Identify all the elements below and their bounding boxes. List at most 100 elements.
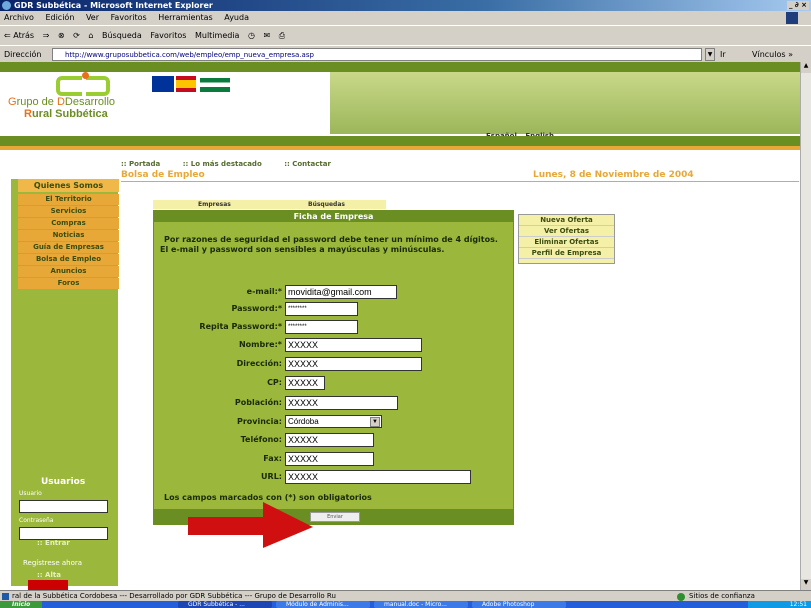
- menu-servicios[interactable]: Servicios: [18, 206, 119, 217]
- login-box: Usuario Contraseña: [15, 488, 114, 586]
- company-form: Ficha de Empresa Por razones de segurida…: [153, 210, 514, 525]
- go-button[interactable]: Ir: [720, 46, 726, 63]
- search-button[interactable]: Búsqueda: [102, 31, 142, 40]
- system-tray: 12:51: [748, 601, 811, 608]
- menu-guia-empresas[interactable]: Guía de Empresas: [18, 242, 119, 253]
- tab-busquedas[interactable]: Búsquedas: [308, 200, 345, 209]
- menu-archivo[interactable]: Archivo: [4, 13, 34, 22]
- tab-empresas[interactable]: Empresas: [198, 200, 231, 209]
- menu-bolsa-empleo[interactable]: Bolsa de Empleo: [18, 254, 119, 265]
- task-manual[interactable]: manual.doc - Micro...: [374, 601, 468, 608]
- top-nav: :: Portada :: Lo más destacado :: Contac…: [121, 160, 351, 168]
- home-icon[interactable]: ⌂: [88, 31, 93, 40]
- window-title: GDR Subbética - Microsoft Internet Explo…: [14, 1, 213, 10]
- menu-territorio[interactable]: El Territorio: [18, 194, 119, 205]
- back-button[interactable]: ⇐ Atrás: [4, 31, 34, 40]
- andalucia-logo-icon: [200, 78, 230, 92]
- poblacion-field[interactable]: XXXXX: [285, 396, 398, 410]
- clock: 12:51: [789, 601, 807, 608]
- nav-contactar[interactable]: :: Contactar: [284, 160, 341, 168]
- main-menu: Quienes Somos El Territorio Servicios Co…: [18, 179, 119, 290]
- url-field[interactable]: XXXXX: [285, 470, 471, 484]
- refresh-icon[interactable]: ⟳: [73, 31, 80, 40]
- nombre-field[interactable]: XXXXX: [285, 338, 422, 352]
- login-button[interactable]: :: Entrar: [37, 539, 70, 547]
- nav-destacado[interactable]: :: Lo más destacado: [183, 160, 272, 168]
- form-title: Ficha de Empresa: [154, 211, 513, 222]
- company-menu: Nueva Oferta Ver Ofertas Eliminar Oferta…: [518, 214, 615, 264]
- header-green-banner: [330, 72, 800, 134]
- user-input[interactable]: [19, 500, 108, 513]
- menu-perfil-empresa[interactable]: Perfil de Empresa: [519, 248, 614, 259]
- header-band: [0, 62, 800, 72]
- fax-field[interactable]: XXXXX: [285, 452, 374, 466]
- row-poblacion: Población: XXXXX: [154, 395, 513, 411]
- row-repeat-password: Repita Password:* ********: [154, 319, 513, 335]
- password-field[interactable]: ********: [285, 302, 358, 316]
- site-title-line1: Grupo de DDesarrollo: [8, 96, 116, 108]
- toolbar: ⇐ Atrás ⇒ ⊗ ⟳ ⌂ Búsqueda Favoritos Multi…: [0, 25, 811, 45]
- telefono-field[interactable]: XXXXX: [285, 433, 374, 447]
- menu-favoritos[interactable]: Favoritos: [111, 13, 147, 22]
- favorites-button[interactable]: Favoritos: [150, 31, 186, 40]
- menu-anuncios[interactable]: Anuncios: [18, 266, 119, 277]
- scroll-down-icon[interactable]: ▼: [801, 579, 811, 590]
- menu-compras[interactable]: Compras: [18, 218, 119, 229]
- provincia-select[interactable]: Córdoba ▼: [285, 415, 382, 428]
- menu-herramientas[interactable]: Herramientas: [158, 13, 213, 22]
- site-title-line2: Rural Subbética: [24, 108, 108, 120]
- repeat-password-field[interactable]: ********: [285, 320, 358, 334]
- multimedia-button[interactable]: Multimedia: [195, 31, 239, 40]
- address-bar: Dirección http://www.gruposubbetica.com/…: [0, 45, 811, 62]
- spain-flag-icon: [176, 76, 196, 92]
- windows-logo-icon: [786, 12, 798, 24]
- eu-flag-icon: [152, 76, 174, 92]
- window-controls[interactable]: _ ∂ ×: [786, 1, 809, 10]
- scroll-up-icon[interactable]: ▲: [801, 62, 811, 73]
- nav-portada[interactable]: :: Portada: [121, 160, 170, 168]
- row-provincia: Provincia: Córdoba ▼: [154, 414, 513, 430]
- menu-nueva-oferta[interactable]: Nueva Oferta: [519, 215, 614, 226]
- address-input[interactable]: http://www.gruposubbetica.com/web/empleo…: [52, 48, 702, 61]
- menu-eliminar-ofertas[interactable]: Eliminar Ofertas: [519, 237, 614, 248]
- address-dropdown-icon[interactable]: ▼: [705, 48, 715, 61]
- left-sidebar: Quienes Somos El Territorio Servicios Co…: [11, 179, 119, 586]
- eu-flags: [152, 76, 237, 106]
- menu-ver-ofertas[interactable]: Ver Ofertas: [519, 226, 614, 237]
- vertical-scrollbar[interactable]: ▲ ▼: [800, 62, 811, 590]
- row-email: e-mail:* movidita@gmail.com: [154, 284, 513, 300]
- history-icon[interactable]: ◷: [248, 31, 255, 40]
- address-label: Dirección: [4, 50, 42, 59]
- task-gdr[interactable]: GDR Subbética - ...: [178, 601, 272, 608]
- menu-quienes-somos[interactable]: Quienes Somos: [18, 179, 119, 192]
- status-bar: ral de la Subbética Cordobesa --- Desarr…: [0, 590, 811, 601]
- signup-link[interactable]: :: Alta: [37, 571, 61, 579]
- menu-noticias[interactable]: Noticias: [18, 230, 119, 241]
- register-text: Regístrese ahora: [23, 559, 83, 567]
- forward-button[interactable]: ⇒: [43, 31, 50, 40]
- menu-foros[interactable]: Foros: [18, 278, 119, 289]
- menu-edicion[interactable]: Edición: [45, 13, 74, 22]
- section-title: Bolsa de Empleo: [121, 170, 205, 180]
- section-divider: [121, 181, 799, 182]
- task-modulo[interactable]: Módulo de Adminis...: [276, 601, 370, 608]
- menu-ayuda[interactable]: Ayuda: [224, 13, 249, 22]
- site-header: Grupo de DDesarrollo Rural Subbética Esp…: [0, 62, 800, 150]
- cp-field[interactable]: XXXXX: [285, 376, 325, 390]
- print-icon[interactable]: ⎙: [279, 31, 285, 40]
- email-field[interactable]: movidita@gmail.com: [285, 285, 397, 299]
- row-cp: CP: XXXXX: [154, 375, 513, 391]
- page-icon: [2, 593, 9, 600]
- window-title-bar: GDR Subbética - Microsoft Internet Explo…: [0, 0, 811, 11]
- row-url: URL: XXXXX: [154, 469, 513, 485]
- mail-icon[interactable]: ✉: [264, 31, 271, 40]
- menu-ver[interactable]: Ver: [86, 13, 99, 22]
- select-arrow-icon: ▼: [370, 417, 380, 427]
- stop-icon[interactable]: ⊗: [58, 31, 65, 40]
- red-arrow-annotation: [188, 502, 313, 548]
- direccion-field[interactable]: XXXXX: [285, 357, 422, 371]
- task-photoshop[interactable]: Adobe Photoshop: [472, 601, 566, 608]
- users-title: Usuarios: [41, 477, 86, 487]
- links-button[interactable]: Vínculos »: [752, 46, 793, 63]
- start-button[interactable]: Inicio: [0, 601, 42, 608]
